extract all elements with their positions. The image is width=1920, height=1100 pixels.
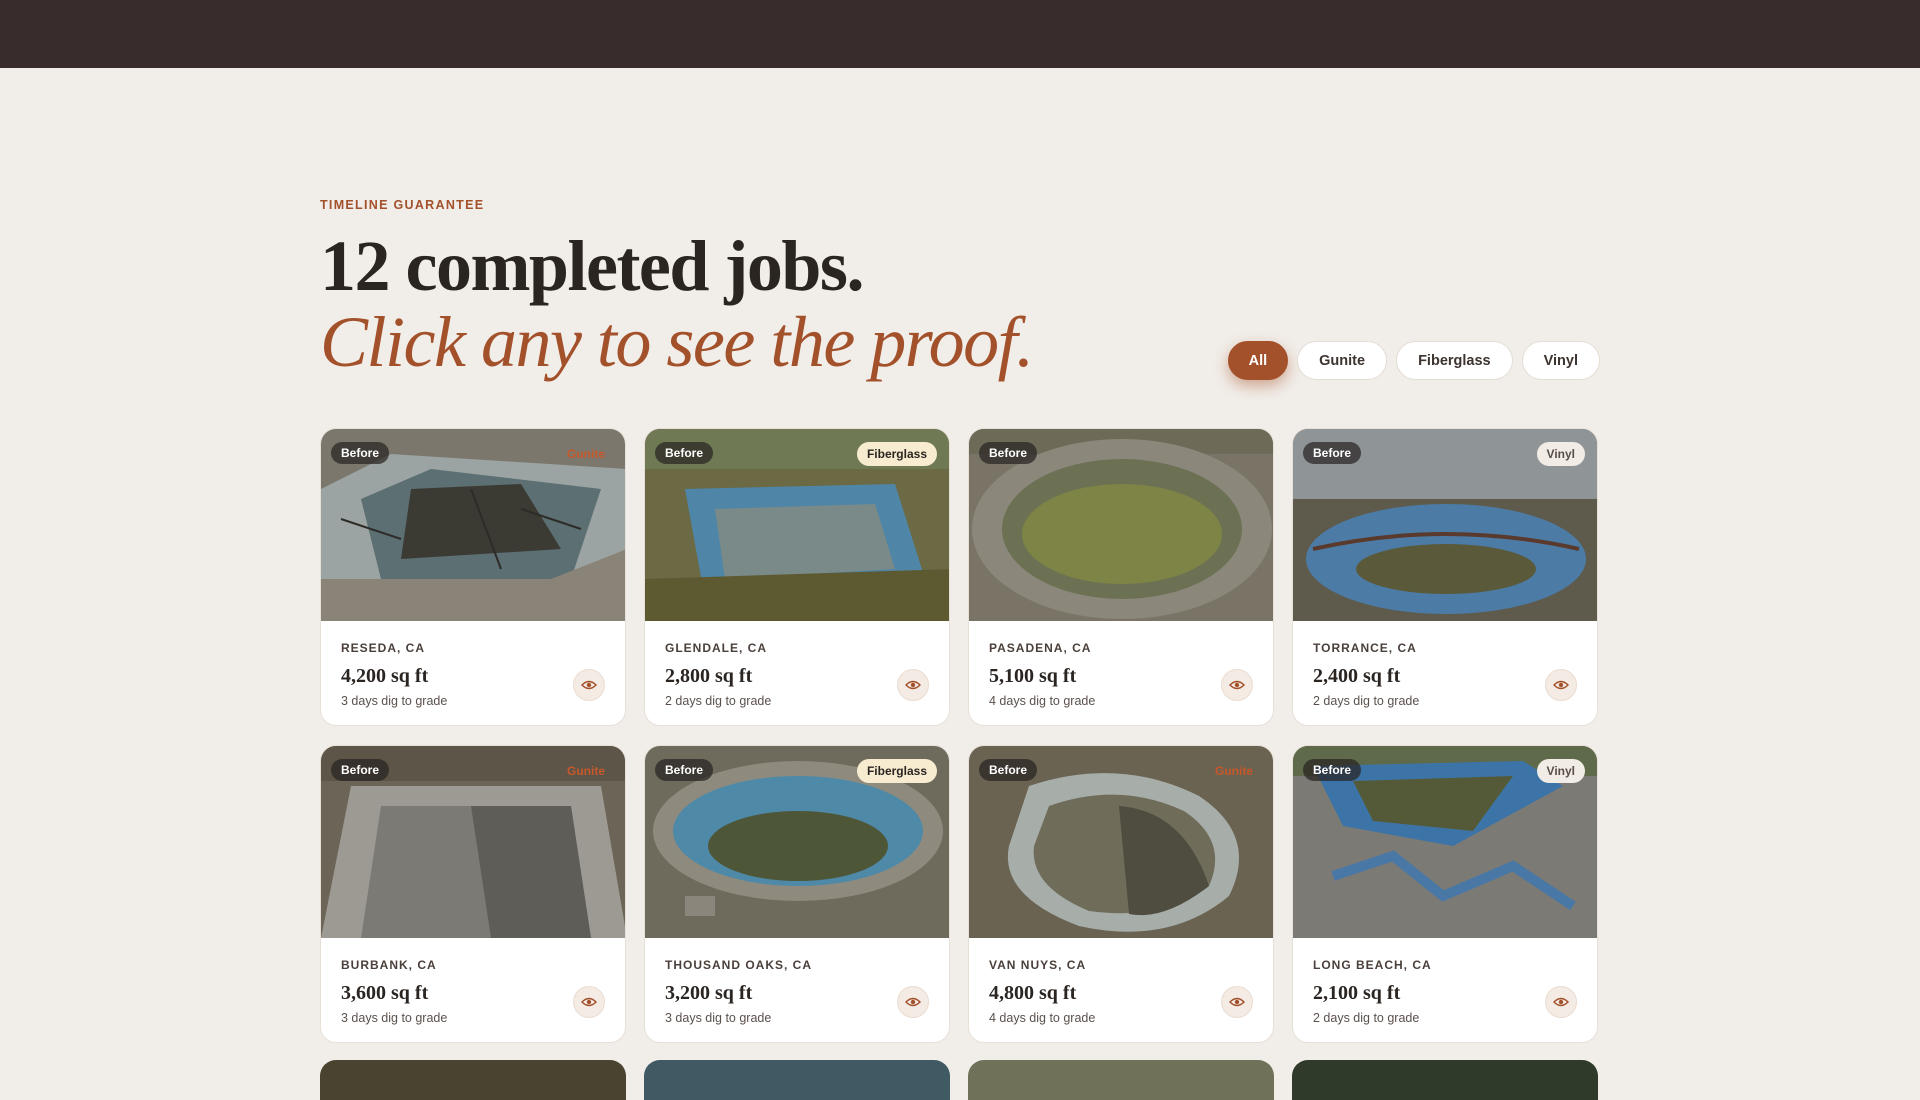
project-size: 3,200 sq ft [665, 982, 753, 1004]
project-size: 4,200 sq ft [341, 665, 429, 687]
section-headline: 12 completed jobs. [320, 226, 864, 306]
eye-icon [1553, 680, 1569, 690]
project-timeline: 3 days dig to grade [341, 694, 448, 708]
project-location: LONG BEACH, CA [1313, 958, 1432, 972]
project-card[interactable]: Before PASADENA, CA 5,100 sq ft 4 days d… [968, 428, 1274, 726]
filter-chips: All Gunite Fiberglass Vinyl [1227, 341, 1600, 380]
view-proof-button[interactable] [1545, 986, 1577, 1018]
status-badge: Before [331, 759, 390, 781]
eye-icon [905, 680, 921, 690]
project-card[interactable]: Before Gunite BURBANK, CA 3,600 sq ft 3 … [320, 745, 626, 1043]
project-location: RESEDA, CA [341, 641, 426, 655]
project-location: PASADENA, CA [989, 641, 1092, 655]
project-timeline: 2 days dig to grade [1313, 1011, 1420, 1025]
project-size: 2,100 sq ft [1313, 982, 1401, 1004]
status-badge: Before [655, 442, 714, 464]
filter-vinyl[interactable]: Vinyl [1521, 341, 1600, 380]
project-location: VAN NUYS, CA [989, 958, 1087, 972]
project-card-partial[interactable] [320, 1060, 626, 1100]
project-size: 5,100 sq ft [989, 665, 1077, 687]
view-proof-button[interactable] [1545, 669, 1577, 701]
project-location: TORRANCE, CA [1313, 641, 1417, 655]
eye-icon [905, 997, 921, 1007]
project-card[interactable]: Before Fiberglass THOUSAND OAKS, CA 3,20… [644, 745, 950, 1043]
status-badge: Before [1303, 442, 1362, 464]
type-badge: Fiberglass [856, 442, 937, 466]
view-proof-button[interactable] [1221, 986, 1253, 1018]
project-card[interactable]: Before Vinyl LONG BEACH, CA 2,100 sq ft … [1292, 745, 1598, 1043]
next-row-peek [320, 1060, 1600, 1100]
project-size: 4,800 sq ft [989, 982, 1077, 1004]
eye-icon [581, 997, 597, 1007]
status-badge: Before [331, 442, 390, 464]
project-card[interactable]: Before Fiberglass GLENDALE, CA 2,800 sq … [644, 428, 950, 726]
project-card-partial[interactable] [968, 1060, 1274, 1100]
project-card[interactable]: Before Gunite VAN NUYS, CA 4,800 sq ft 4… [968, 745, 1274, 1043]
project-location: GLENDALE, CA [665, 641, 767, 655]
status-badge: Before [979, 759, 1038, 781]
eye-icon [581, 680, 597, 690]
projects-grid: Before Gunite RESEDA, CA 4,200 sq ft 3 d… [320, 428, 1600, 1043]
project-location: BURBANK, CA [341, 958, 437, 972]
top-navigation-bar [0, 0, 1920, 68]
project-size: 2,400 sq ft [1313, 665, 1401, 687]
project-timeline: 2 days dig to grade [665, 694, 772, 708]
project-timeline: 2 days dig to grade [1313, 694, 1420, 708]
type-badge: Vinyl [1536, 759, 1585, 783]
type-badge: Gunite [567, 447, 605, 461]
project-timeline: 4 days dig to grade [989, 694, 1096, 708]
type-badge: Gunite [1215, 764, 1253, 778]
filter-gunite[interactable]: Gunite [1297, 341, 1388, 380]
type-badge: Fiberglass [856, 759, 937, 783]
project-card-partial[interactable] [644, 1060, 950, 1100]
project-card[interactable]: Before Vinyl TORRANCE, CA 2,400 sq ft 2 … [1292, 428, 1598, 726]
project-timeline: 3 days dig to grade [341, 1011, 448, 1025]
view-proof-button[interactable] [897, 669, 929, 701]
status-badge: Before [655, 759, 714, 781]
project-card-partial[interactable] [1292, 1060, 1598, 1100]
type-badge: Vinyl [1536, 442, 1585, 466]
view-proof-button[interactable] [573, 669, 605, 701]
eye-icon [1229, 680, 1245, 690]
type-badge: Gunite [567, 764, 605, 778]
view-proof-button[interactable] [897, 986, 929, 1018]
filter-all[interactable]: All [1227, 341, 1289, 380]
project-timeline: 3 days dig to grade [665, 1011, 772, 1025]
status-badge: Before [979, 442, 1038, 464]
project-size: 3,600 sq ft [341, 982, 429, 1004]
project-size: 2,800 sq ft [665, 665, 753, 687]
status-badge: Before [1303, 759, 1362, 781]
eye-icon [1553, 997, 1569, 1007]
project-location: THOUSAND OAKS, CA [665, 958, 813, 972]
view-proof-button[interactable] [573, 986, 605, 1018]
view-proof-button[interactable] [1221, 669, 1253, 701]
project-card[interactable]: Before Gunite RESEDA, CA 4,200 sq ft 3 d… [320, 428, 626, 726]
section-eyebrow: TIMELINE GUARANTEE [320, 198, 485, 212]
project-timeline: 4 days dig to grade [989, 1011, 1096, 1025]
eye-icon [1229, 997, 1245, 1007]
section-headline-italic: Click any to see the proof. [320, 302, 1034, 382]
filter-fiberglass[interactable]: Fiberglass [1396, 341, 1513, 380]
